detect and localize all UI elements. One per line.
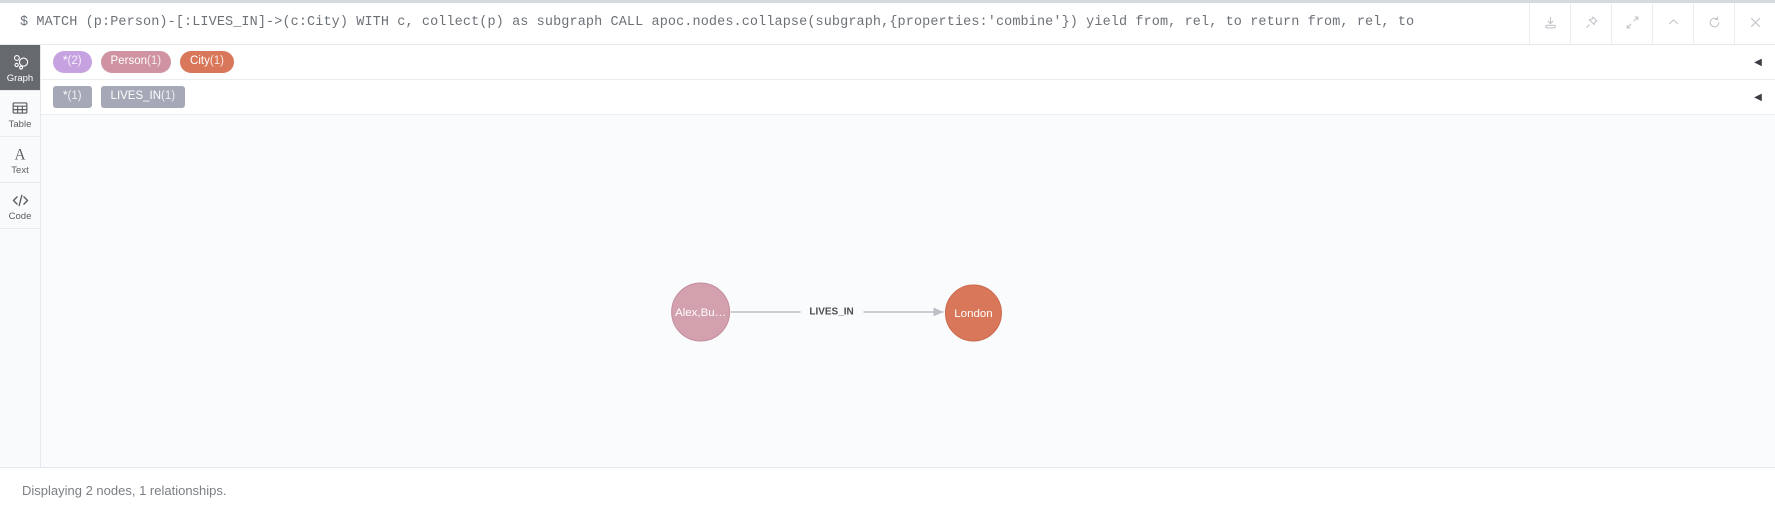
legend-chip-lives-in[interactable]: LIVES_IN(1) [100,85,186,109]
pin-icon[interactable] [1570,0,1611,44]
legend-chip-label: Person [110,54,147,67]
result-frame: $ MATCH (p:Person)-[:LIVES_IN]->(c:City)… [0,0,1775,513]
text-icon: A [11,144,29,165]
node-legend-row: *(2) Person(1) City(1) ◀ [41,45,1775,80]
status-text: Displaying 2 nodes, 1 relationships. [22,483,227,498]
relationship-legend-row: *(1) LIVES_IN(1) ◀ [41,80,1775,115]
sidebar-item-table-label: Table [8,118,32,130]
svg-text:A: A [14,146,25,163]
graph-canvas[interactable]: LIVES_IN Alex,Bu… London [41,115,1775,467]
view-sidebar: Graph Table A Text Code [0,45,41,467]
sidebar-item-graph-label: Graph [6,72,34,84]
relationship-lives-in[interactable]: LIVES_IN [730,307,944,318]
chevron-up-icon[interactable] [1652,0,1693,44]
legend-chip-any-relationship[interactable]: *(1) [53,85,92,109]
status-bar: Displaying 2 nodes, 1 relationships. [0,467,1775,513]
graph-visualization[interactable]: LIVES_IN Alex,Bu… London [41,115,1775,467]
sidebar-item-code[interactable]: Code [0,183,40,229]
legend-chip-city[interactable]: City(1) [180,50,234,74]
sidebar-item-text[interactable]: A Text [0,137,40,183]
graph-icon [11,52,30,73]
node-legend-collapse-icon[interactable]: ◀ [1741,57,1775,68]
legend-chip-label: City [190,54,210,67]
legend-chip-count: (2) [67,54,82,67]
close-icon[interactable] [1734,0,1775,44]
result-content: *(2) Person(1) City(1) ◀ *(1) LIVES_IN(1… [41,45,1775,467]
sidebar-item-graph[interactable]: Graph [0,45,40,91]
relationship-label: LIVES_IN [809,307,853,318]
query-text[interactable]: $ MATCH (p:Person)-[:LIVES_IN]->(c:City)… [0,0,1529,44]
expand-icon[interactable] [1611,0,1652,44]
refresh-icon[interactable] [1693,0,1734,44]
relationship-legend-collapse-icon[interactable]: ◀ [1741,92,1775,103]
node-city-london[interactable]: London [944,284,1002,342]
table-icon [11,98,29,119]
download-icon[interactable] [1529,0,1570,44]
legend-chip-any-node[interactable]: *(2) [53,50,92,74]
relationship-legend-chips: *(1) LIVES_IN(1) [53,85,1741,109]
sidebar-item-code-label: Code [8,210,32,222]
node-legend-chips: *(2) Person(1) City(1) [53,50,1741,74]
legend-chip-label: LIVES_IN [110,89,162,102]
node-caption: Alex,Bu… [675,307,726,319]
frame-body: Graph Table A Text Code *(2) Person(1) C… [0,45,1775,467]
frame-toolbar [1529,0,1775,44]
code-icon [11,190,30,211]
sidebar-item-text-label: Text [11,164,29,176]
node-caption: London [954,308,992,320]
legend-chip-count: (1) [209,54,224,67]
legend-chip-count: (1) [67,89,82,102]
legend-chip-person[interactable]: Person(1) [100,50,172,74]
legend-chip-count: (1) [161,89,176,102]
legend-chip-count: (1) [146,54,162,67]
node-person-alex[interactable]: Alex,Bu… [671,282,731,342]
query-bar: $ MATCH (p:Person)-[:LIVES_IN]->(c:City)… [0,0,1775,45]
sidebar-item-table[interactable]: Table [0,91,40,137]
sidebar-filler [0,229,40,467]
